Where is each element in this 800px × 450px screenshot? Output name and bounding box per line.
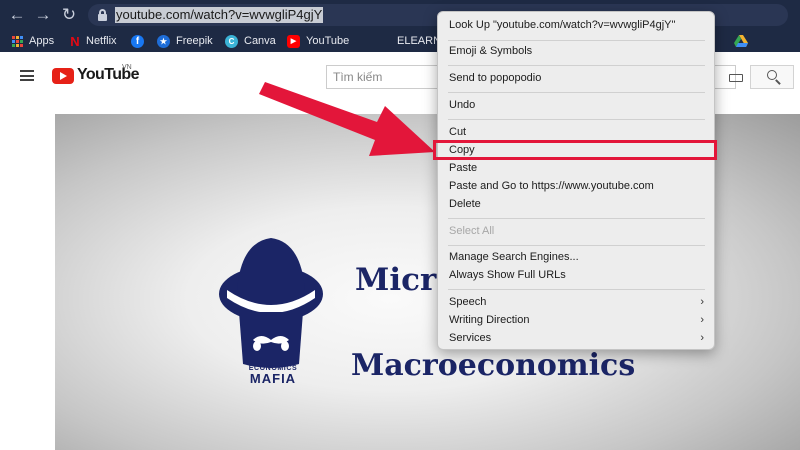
canva-icon: C [225,34,238,48]
menu-item-paste[interactable]: Paste [438,159,714,177]
reload-icon: ↻ [61,5,77,24]
forward-arrow-icon: → [34,5,52,24]
chevron-right-icon: › [700,332,704,344]
chevron-right-icon: › [700,296,704,308]
menu-separator [448,92,705,93]
bookmark-youtube[interactable]: ▶ YouTube [287,33,349,49]
menu-item-label: Send to popopodio [449,72,542,84]
menu-item-send-to-popopodio[interactable]: Send to popopodio [438,69,714,87]
search-button[interactable] [750,65,794,89]
bookmark-label: Apps [29,35,55,47]
lock-icon[interactable] [98,9,107,21]
reload-button[interactable]: ↻ [58,4,80,26]
bookmark-apps[interactable]: Apps [12,33,54,49]
menu-item-paste-and-go[interactable]: Paste and Go to https://www.youtube.com [438,177,714,195]
menu-item-label: Speech [449,296,487,308]
bookmark-label: Netflix [86,35,117,47]
menu-separator [448,245,705,246]
menu-item-label: Cut [449,126,467,138]
google-drive-icon [734,35,748,47]
menu-item-label: Emoji & Symbols [449,45,533,57]
video-title-line-2: Macroeconomics [351,348,636,383]
bookmark-canva[interactable]: C Canva [225,33,276,49]
menu-item-label: Always Show Full URLs [449,269,566,281]
menu-item-look-up[interactable]: Look Up "youtube.com/watch?v=wvwgliP4gjY… [438,16,714,34]
menu-item-undo[interactable]: Undo [438,96,714,114]
bookmark-label: Freepik [176,35,213,47]
menu-separator [448,65,705,66]
logo-caption-bottom: MAFIA [249,371,297,386]
bookmark-freepik[interactable]: ★ Freepik [157,33,213,49]
bookmark-google-drive[interactable] [734,33,748,49]
copy-highlight-annotation [433,140,717,160]
keyboard-icon[interactable] [729,74,743,82]
menu-item-select-all: Select All [438,222,714,240]
back-arrow-icon: ← [8,5,26,24]
bookmark-label: Canva [244,35,276,47]
menu-item-label: Select All [449,225,495,237]
freepik-icon: ★ [157,34,170,48]
menu-separator [448,119,705,120]
menu-separator [448,218,705,219]
forward-button[interactable]: → [32,4,54,26]
url-text-selected[interactable]: youtube.com/watch?v=wvwgliP4gjY [115,7,324,23]
menu-separator [448,40,705,41]
menu-item-always-show-full-urls[interactable]: Always Show Full URLs [438,266,714,284]
menu-item-label: Services [449,332,492,344]
hamburger-menu-icon[interactable] [20,70,34,81]
menu-separator [448,289,705,290]
youtube-icon: ▶ [287,34,300,48]
menu-item-services[interactable]: Services › [438,329,714,347]
bookmark-facebook[interactable]: f [131,33,150,49]
menu-item-emoji-symbols[interactable]: Emoji & Symbols [438,42,714,60]
menu-item-writing-direction[interactable]: Writing Direction › [438,311,714,329]
country-code: VN [122,64,132,71]
context-menu: Look Up "youtube.com/watch?v=wvwgliP4gjY… [437,11,715,350]
bookmark-label: YouTube [306,35,350,47]
menu-item-label: Look Up "youtube.com/watch?v=wvwgliP4gjY… [449,19,676,31]
chevron-right-icon: › [700,314,704,326]
menu-item-cut[interactable]: Cut [438,123,714,141]
menu-item-label: Writing Direction [449,314,530,326]
menu-item-speech[interactable]: Speech › [438,293,714,311]
facebook-icon: f [131,34,144,48]
menu-item-label: Undo [449,99,476,111]
red-arrow-annotation-icon [259,82,435,156]
netflix-icon: N [70,33,80,49]
menu-item-manage-search-engines[interactable]: Manage Search Engines... [438,248,714,266]
youtube-logo-icon[interactable] [52,68,74,84]
menu-item-delete[interactable]: Delete [438,195,714,213]
logo-caption: ECONOMICS MAFIA [223,365,323,386]
apps-grid-icon [12,35,23,47]
menu-item-label: Paste [449,162,478,174]
search-icon [767,70,777,80]
bookmark-netflix[interactable]: N Netflix [70,33,117,49]
menu-item-label: Paste and Go to https://www.youtube.com [449,180,654,192]
menu-item-label: Manage Search Engines... [449,251,579,263]
back-button[interactable]: ← [6,4,28,26]
menu-item-label: Delete [449,198,481,210]
